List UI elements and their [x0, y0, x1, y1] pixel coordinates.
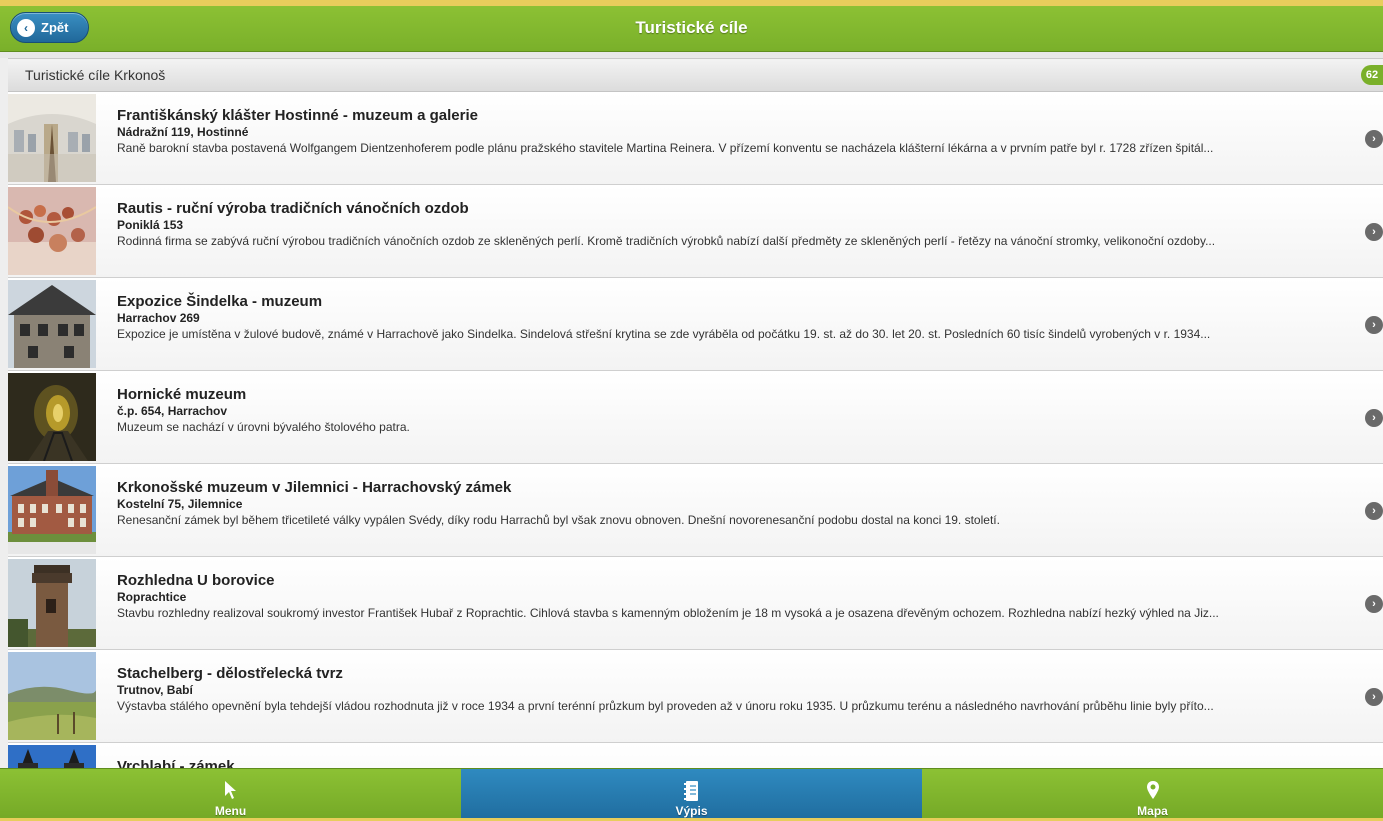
- count-badge: 62: [1361, 65, 1383, 85]
- chevron-right-icon: ›: [1365, 409, 1383, 427]
- item-title: Krkonošské muzeum v Jilemnici - Harracho…: [117, 479, 512, 496]
- item-address: Trutnov, Babí: [117, 683, 193, 697]
- tab-mapa-label: Mapa: [1137, 804, 1168, 818]
- back-button[interactable]: ‹ Zpět: [10, 12, 89, 43]
- thumbnail-image: [8, 559, 96, 647]
- item-title: Vrchlabí - zámek: [117, 758, 235, 768]
- list-item[interactable]: Rozhledna U borovice Roprachtice Stavbu …: [8, 557, 1383, 650]
- item-title: Expozice Šindelka - muzeum: [117, 293, 323, 310]
- thumbnail-image: [8, 373, 96, 461]
- list-item[interactable]: Stachelberg - dělostřelecká tvrz Trutnov…: [8, 650, 1383, 743]
- list-item[interactable]: Hornické muzeum č.p. 654, Harrachov Muze…: [8, 371, 1383, 464]
- thumbnail-image: [8, 280, 96, 368]
- thumbnail-image: [8, 652, 96, 740]
- tab-vypis[interactable]: Výpis: [461, 769, 922, 821]
- list-divider-label: Turistické cíle Krkonoš: [25, 67, 166, 83]
- map-pin-icon: [922, 780, 1383, 802]
- chevron-right-icon: ›: [1365, 595, 1383, 613]
- item-description: Muzeum se nachází v úrovni bývalého štol…: [117, 420, 410, 434]
- list-item[interactable]: Krkonošské muzeum v Jilemnici - Harracho…: [8, 464, 1383, 557]
- item-address: č.p. 654, Harrachov: [117, 404, 228, 418]
- list-item[interactable]: Expozice Šindelka - muzeum Harrachov 269…: [8, 278, 1383, 371]
- chevron-right-icon: ›: [1365, 316, 1383, 334]
- item-description: Renesanční zámek byl během třicetileté v…: [117, 513, 1000, 527]
- item-description: Raně barokní stavba postavená Wolfgangem…: [117, 141, 1214, 155]
- item-description: Expozice je umístěna v žulové budově, zn…: [117, 327, 1211, 341]
- thumbnail-image: [8, 187, 96, 275]
- chevron-right-icon: ›: [1365, 688, 1383, 706]
- chevron-right-icon: ›: [1365, 130, 1383, 148]
- item-description: Rodinná firma se zabývá ruční výrobou tr…: [117, 234, 1216, 248]
- tab-menu-label: Menu: [214, 804, 247, 818]
- list-item[interactable]: Vrchlabí - zámek: [8, 743, 1383, 768]
- item-address: Kostelní 75, Jilemnice: [117, 497, 243, 511]
- item-address: Poniklá 153: [117, 218, 184, 232]
- item-title: Hornické muzeum: [117, 386, 247, 403]
- chevron-right-icon: ›: [1365, 502, 1383, 520]
- chevron-left-icon: ‹: [17, 18, 35, 37]
- list-item[interactable]: Rautis - ruční výroba tradičních vánoční…: [8, 185, 1383, 278]
- chevron-right-icon: ›: [1365, 223, 1383, 241]
- list-divider: Turistické cíle Krkonoš 62: [8, 58, 1383, 92]
- tab-vypis-label: Výpis: [675, 804, 708, 818]
- item-title: Františkánský klášter Hostinné - muzeum …: [117, 107, 478, 124]
- page-title: Turistické cíle: [635, 18, 748, 37]
- item-title: Rozhledna U borovice: [117, 572, 275, 589]
- tab-menu[interactable]: Menu: [0, 769, 461, 821]
- header-bar: ‹ Zpět Turistické cíle: [0, 6, 1383, 52]
- item-address: Roprachtice: [117, 590, 187, 604]
- cursor-icon: [0, 780, 461, 802]
- item-address: Nádražní 119, Hostinné: [117, 125, 249, 139]
- list-item[interactable]: Františkánský klášter Hostinné - muzeum …: [8, 92, 1383, 185]
- thumbnail-image: [8, 466, 96, 554]
- back-button-label: Zpět: [41, 20, 69, 35]
- thumbnail-image: [8, 94, 96, 182]
- bottom-navbar: Menu Výpis Mapa: [0, 768, 1383, 821]
- destination-list: Františkánský klášter Hostinné - muzeum …: [8, 92, 1383, 768]
- item-description: Stavbu rozhledny realizoval soukromý inv…: [117, 606, 1219, 620]
- tab-mapa[interactable]: Mapa: [922, 769, 1383, 821]
- item-address: Harrachov 269: [117, 311, 200, 325]
- item-title: Stachelberg - dělostřelecká tvrz: [117, 665, 343, 682]
- item-description: Výstavba stálého opevnění byla tehdejší …: [117, 699, 1214, 713]
- list-icon: [461, 780, 922, 802]
- thumbnail-image: [8, 745, 96, 768]
- item-title: Rautis - ruční výroba tradičních vánoční…: [117, 200, 469, 217]
